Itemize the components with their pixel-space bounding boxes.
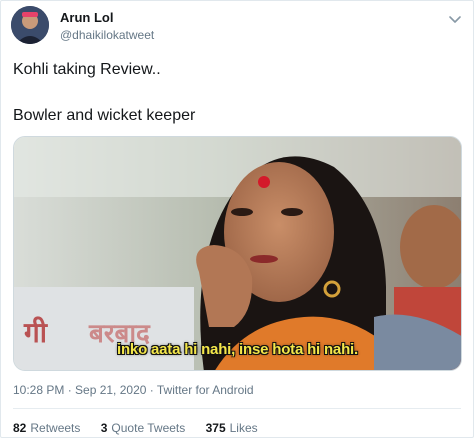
tweet-media-image[interactable]: गी बरबाद inko aata hi nahi, inse hota hi…: [13, 136, 462, 371]
tweet-text-line-1: Kohli taking Review..: [13, 61, 161, 78]
stat-label: Retweets: [30, 421, 81, 435]
media-caption: inko aata hi nahi, inse hota hi nahi.: [117, 341, 358, 358]
chevron-down-icon[interactable]: [447, 11, 463, 27]
stat-count: 82: [13, 421, 27, 435]
author-name[interactable]: Arun Lol: [60, 10, 113, 25]
stat-label: Quote Tweets: [111, 421, 186, 435]
timestamp[interactable]: 10:28 PM · Sep 21, 2020 ·: [13, 383, 157, 397]
quote-tweets-stat[interactable]: 3 Quote Tweets: [101, 421, 186, 435]
stat-label: Likes: [229, 421, 258, 435]
tweet-card: Arun Lol @dhaikilokatweet Kohli taking R…: [0, 0, 474, 438]
stat-count: 3: [100, 421, 108, 435]
stat-count: 375: [205, 421, 226, 435]
likes-stat[interactable]: 375 Likes: [206, 421, 258, 435]
tweet-source[interactable]: Twitter for Android: [157, 383, 254, 397]
engagement-stats: 82 Retweets 3 Quote Tweets 375 Likes: [13, 421, 275, 435]
meme-image: गी बरबाद: [14, 137, 461, 370]
avatar[interactable]: [11, 6, 49, 44]
tweet-text-line-2: Bowler and wicket keeper: [13, 107, 196, 124]
author-handle[interactable]: @dhaikilokatweet: [60, 28, 154, 42]
divider: [13, 408, 461, 409]
retweets-stat[interactable]: 82 Retweets: [13, 421, 80, 435]
tweet-meta: 10:28 PM · Sep 21, 2020 · Twitter for An…: [13, 383, 254, 397]
